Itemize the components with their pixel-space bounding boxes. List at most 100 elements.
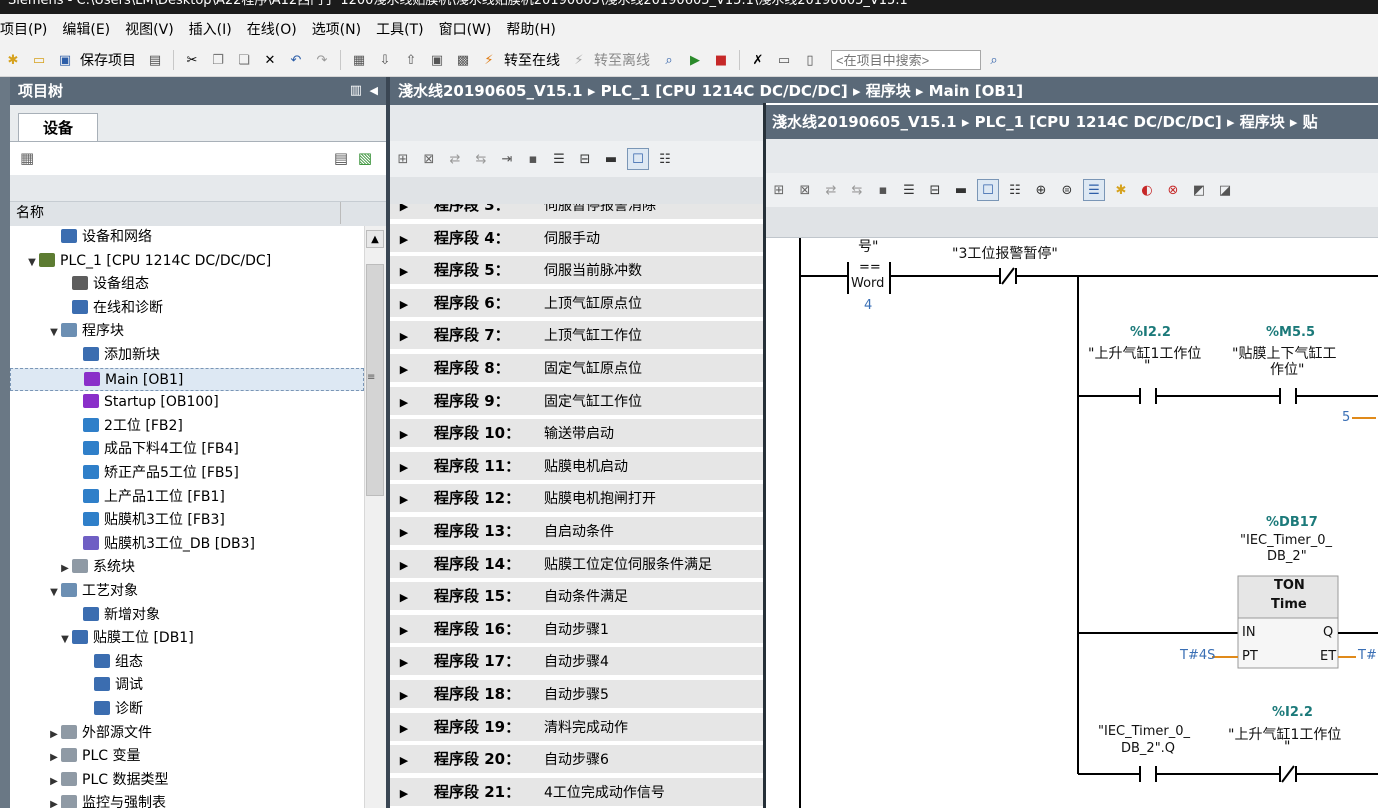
expand-network-icon[interactable]: ▶ <box>390 715 418 743</box>
expand-network-icon[interactable]: ▶ <box>390 356 418 384</box>
network-comment[interactable]: 清料完成动作 <box>544 720 628 736</box>
scroll-up-icon[interactable]: ▲ <box>366 230 384 248</box>
tree-export-icon[interactable]: ▧ <box>358 149 372 167</box>
insert-branch-icon[interactable]: ⇄ <box>445 149 465 169</box>
network-row[interactable]: ▶ 程序段 11： 贴膜电机启动 <box>390 451 763 484</box>
split-vertical-icon[interactable]: ▯ <box>800 50 820 70</box>
expand-toggle-icon[interactable]: ▶ <box>58 557 72 580</box>
expand-network-icon[interactable]: ▶ <box>390 682 418 710</box>
search-icon[interactable]: ⌕ <box>984 50 1004 70</box>
tree-settings-icon[interactable]: ▦ <box>20 149 34 167</box>
tree-item[interactable]: ▼ PLC_1 [CPU 1214C DC/DC/DC] <box>10 250 364 273</box>
accessible-devices-icon[interactable]: ⌕ <box>659 50 679 70</box>
network-row[interactable]: ▶ 程序段 16： 自动步骤1 <box>390 614 763 647</box>
print-icon[interactable]: ▤ <box>145 50 165 70</box>
expand-network-icon[interactable]: ▶ <box>390 649 418 677</box>
expand-icon[interactable]: ⊟ <box>925 180 945 200</box>
menu-online[interactable]: 在线(O) <box>247 19 306 39</box>
delete-network-icon[interactable]: ⊠ <box>795 180 815 200</box>
expand-network-icon[interactable]: ▶ <box>390 617 418 645</box>
tree-item[interactable]: Startup [OB100] <box>10 391 364 414</box>
upload-icon[interactable]: ⇧ <box>401 50 421 70</box>
menu-insert[interactable]: 插入(I) <box>189 19 241 39</box>
start-simulation-icon[interactable]: ▩ <box>453 50 473 70</box>
tree-item[interactable]: 成品下料4工位 [FB4] <box>10 438 364 461</box>
expand-network-icon[interactable]: ▶ <box>390 226 418 254</box>
remove-breakpoint-icon[interactable]: ⊗ <box>1163 180 1183 200</box>
tree-item[interactable]: ▶ PLC 变量 <box>10 745 364 768</box>
go-offline-button[interactable]: 转至离线 <box>594 50 650 70</box>
collapse-icon[interactable]: ▬ <box>951 180 971 200</box>
align-left-icon[interactable]: ☰ <box>549 149 569 169</box>
empty-box-icon[interactable]: ⊜ <box>1057 180 1077 200</box>
tree-item[interactable]: 贴膜机3工位_DB [DB3] <box>10 533 364 556</box>
network-row[interactable]: ▶ 程序段 3： 伺服暂停报警消除 <box>390 204 763 223</box>
network-row[interactable]: ▶ 程序段 7： 上顶气缸工作位 <box>390 321 763 354</box>
network-comment[interactable]: 固定气缸原点位 <box>544 361 642 377</box>
contact-i2-2-address[interactable]: %I2.2 <box>1130 325 1171 340</box>
monitor-icon[interactable]: ◩ <box>1189 180 1209 200</box>
network-comment[interactable]: 贴膜工位定位伺服条件满足 <box>544 557 712 573</box>
open-branch-icon[interactable]: ☰ <box>1083 179 1105 201</box>
download-icon[interactable]: ⇩ <box>375 50 395 70</box>
collapse-toggle-icon[interactable]: ▼ <box>25 251 39 274</box>
modify-icon[interactable]: ◪ <box>1215 180 1235 200</box>
expand-toggle-icon[interactable]: ▶ <box>47 793 61 808</box>
network-row[interactable]: ▶ 程序段 4： 伺服手动 <box>390 223 763 256</box>
tree-item[interactable]: 新增对象 <box>10 604 364 627</box>
tab-devices[interactable]: 设备 <box>18 113 98 142</box>
open-project-icon[interactable]: ▭ <box>29 50 49 70</box>
network-comment[interactable]: 伺服暂停报警消除 <box>544 204 656 214</box>
go-online-button[interactable]: 转至在线 <box>504 50 560 70</box>
collapse-toggle-icon[interactable]: ▼ <box>47 581 61 604</box>
collapse-toggle-icon[interactable]: ▼ <box>47 321 61 344</box>
align-left-icon[interactable]: ☰ <box>899 180 919 200</box>
menu-options[interactable]: 选项(N) <box>312 19 370 39</box>
timer-type[interactable]: TON <box>1274 578 1305 593</box>
tree-item[interactable]: 设备和网络 <box>10 226 364 249</box>
compare-operator[interactable]: == <box>859 260 881 275</box>
tree-item[interactable]: ▶ 外部源文件 <box>10 722 364 745</box>
expand-network-icon[interactable]: ▶ <box>390 552 418 580</box>
nc-contact-alarm-pause[interactable] <box>996 266 1020 286</box>
expand-toggle-icon[interactable]: ▶ <box>47 770 61 793</box>
delete-icon[interactable]: ✕ <box>260 50 280 70</box>
network-comment[interactable]: 4工位完成动作信号 <box>544 785 665 801</box>
contact-timer-q-label[interactable]: "IEC_Timer_0_ <box>1098 724 1190 739</box>
pin-icon[interactable]: ▥ <box>350 77 362 105</box>
go-online-icon[interactable]: ⚡ <box>479 50 499 70</box>
expand-network-icon[interactable]: ▶ <box>390 323 418 351</box>
undo-icon[interactable]: ↶ <box>286 50 306 70</box>
network-comment[interactable]: 固定气缸工作位 <box>544 394 642 410</box>
network-comment[interactable]: 上顶气缸原点位 <box>544 296 642 312</box>
network-comment[interactable]: 自动步骤1 <box>544 622 609 638</box>
tree-item[interactable]: ▼ 程序块 <box>10 320 364 343</box>
network-comment[interactable]: 上顶气缸工作位 <box>544 328 642 344</box>
network-row[interactable]: ▶ 程序段 21： 4工位完成动作信号 <box>390 777 763 808</box>
timer-instance-name[interactable]: "IEC_Timer_0_ <box>1240 533 1332 548</box>
network-row[interactable]: ▶ 程序段 14： 贴膜工位定位伺服条件满足 <box>390 549 763 582</box>
start-cpu-icon[interactable]: ▶ <box>685 50 705 70</box>
network-comment[interactable]: 自动条件满足 <box>544 589 628 605</box>
close-branch-icon[interactable]: ⇆ <box>847 180 867 200</box>
contact-nc-i2-2-address[interactable]: %I2.2 <box>1272 705 1313 720</box>
timer-subtype[interactable]: Time <box>1271 597 1307 612</box>
network-comment[interactable]: 自动步骤4 <box>544 654 609 670</box>
favorites-icon[interactable]: ⊕ <box>1031 180 1051 200</box>
tree-item[interactable]: ▶ 系统块 <box>10 556 364 579</box>
comment-icon[interactable]: ☐ <box>627 148 649 170</box>
menu-help[interactable]: 帮助(H) <box>506 19 564 39</box>
breakpoint-icon[interactable]: ◐ <box>1137 180 1157 200</box>
project-search-input[interactable] <box>831 50 981 70</box>
portal-view-strip[interactable] <box>0 77 10 808</box>
column-name-label[interactable]: 名称 <box>16 205 44 221</box>
expand-network-icon[interactable]: ▶ <box>390 291 418 319</box>
cut-icon[interactable]: ✂ <box>182 50 202 70</box>
simulate-icon[interactable]: ▣ <box>427 50 447 70</box>
expand-network-icon[interactable]: ▶ <box>390 454 418 482</box>
delete-network-icon[interactable]: ⊠ <box>419 149 439 169</box>
network-comment[interactable]: 自动步骤5 <box>544 687 609 703</box>
expand-network-icon[interactable]: ▶ <box>390 584 418 612</box>
tree-item[interactable]: 矫正产品5工位 [FB5] <box>10 462 364 485</box>
tree-item[interactable]: 组态 <box>10 651 364 674</box>
